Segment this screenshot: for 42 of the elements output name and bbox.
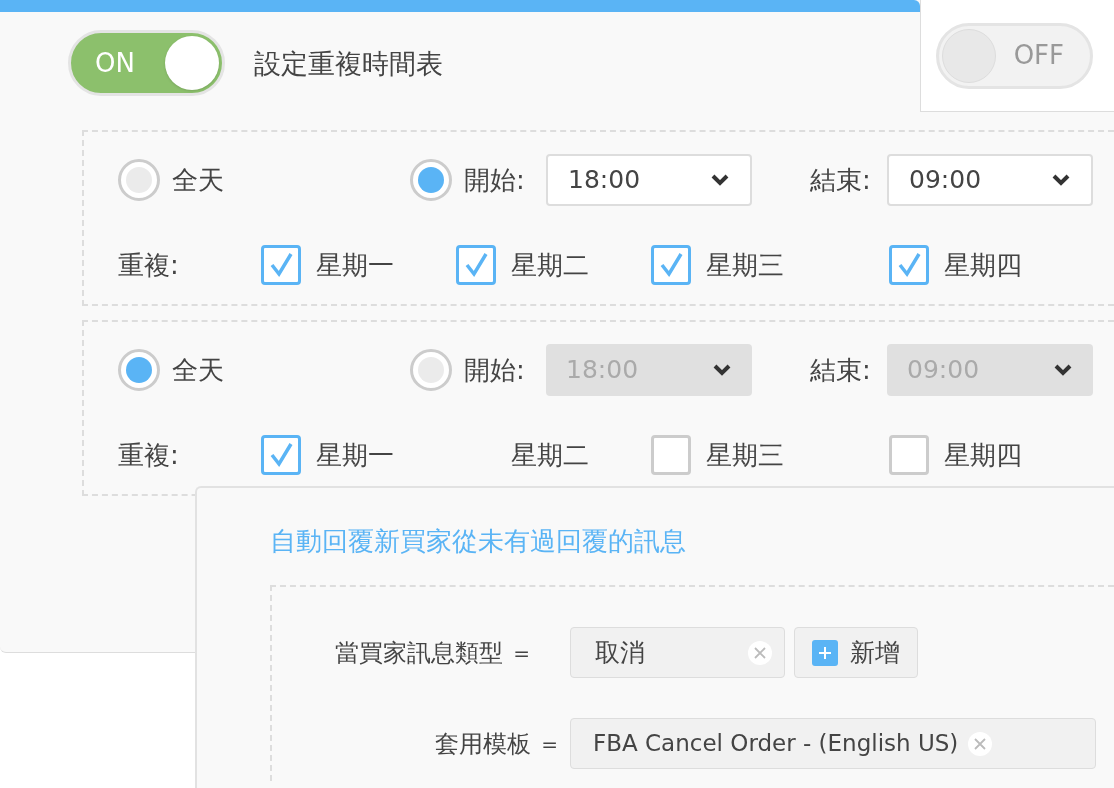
- checkbox[interactable]: [651, 435, 691, 475]
- equals-sign: =: [513, 639, 530, 667]
- day-label: 星期三: [706, 438, 784, 472]
- day-label: 星期一: [316, 248, 394, 282]
- chevron-down-icon: [1053, 363, 1073, 377]
- checkbox[interactable]: [889, 435, 929, 475]
- day-label: 星期二: [511, 438, 589, 472]
- day-label: 星期二: [511, 248, 589, 282]
- time-dropdown[interactable]: 09:00: [887, 154, 1093, 206]
- add-button[interactable]: 新增: [794, 627, 918, 678]
- tag-label: 取消: [595, 636, 645, 669]
- repeat-label: 重複:: [118, 248, 180, 282]
- radio-label: 全天: [172, 353, 224, 387]
- field-label: 套用模板: [435, 728, 532, 760]
- day-label: 星期四: [944, 248, 1022, 282]
- chevron-down-icon: [712, 363, 732, 377]
- clear-icon[interactable]: [748, 640, 772, 665]
- start-label: 開始:: [464, 353, 526, 387]
- panel-title: 自動回覆新買家從未有過回覆的訊息: [270, 525, 687, 558]
- checkbox[interactable]: [889, 245, 929, 285]
- checkbox[interactable]: [261, 435, 301, 475]
- field-label: 當買家訊息類型: [335, 637, 504, 669]
- day-label: 星期三: [706, 248, 784, 282]
- start-label: 開始:: [464, 163, 526, 197]
- end-label: 結束:: [810, 353, 872, 387]
- radio-label: 全天: [172, 163, 224, 197]
- chevron-down-icon: [710, 173, 730, 187]
- end-label: 結束:: [810, 163, 872, 197]
- section-title: 設定重複時間表: [254, 47, 443, 81]
- checkbox[interactable]: [456, 245, 496, 285]
- checkbox[interactable]: [261, 245, 301, 285]
- repeat-label: 重複:: [118, 438, 180, 472]
- checkbox[interactable]: [651, 245, 691, 285]
- template-field[interactable]: FBA Cancel Order - (English US): [570, 718, 1096, 769]
- time-dropdown[interactable]: 18:00: [546, 154, 752, 206]
- plus-icon: [812, 639, 838, 666]
- clear-icon[interactable]: [968, 731, 993, 756]
- chevron-down-icon: [1051, 173, 1071, 187]
- day-label: 星期一: [316, 438, 394, 472]
- day-label: 星期四: [944, 438, 1022, 472]
- equals-sign: =: [541, 730, 558, 758]
- template-value: FBA Cancel Order - (English US): [593, 729, 959, 759]
